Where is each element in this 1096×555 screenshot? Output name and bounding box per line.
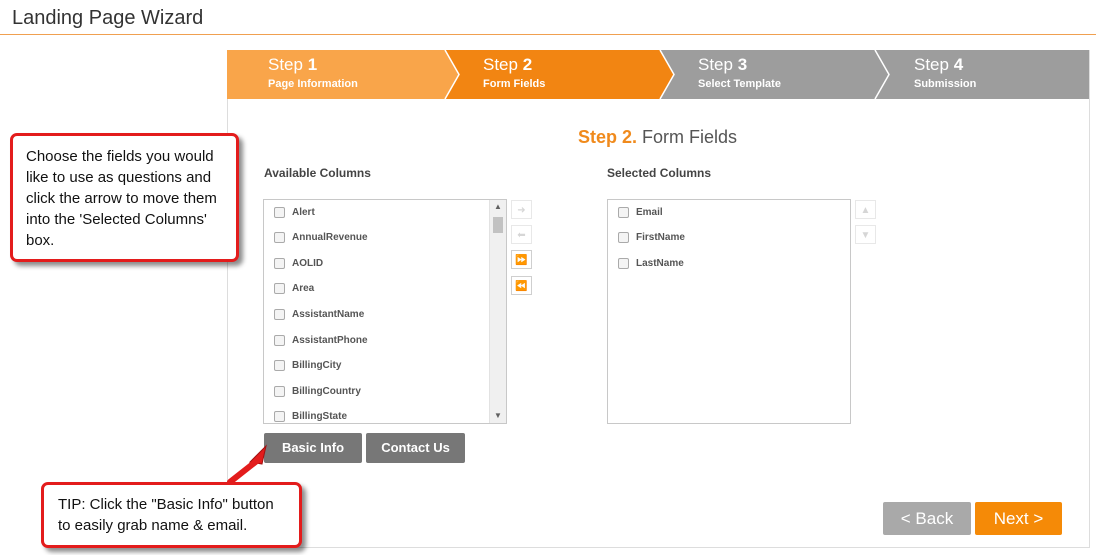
step-3[interactable]: Step 3 Select Template [698,56,781,90]
move-left-button[interactable]: ⬅ [511,225,532,244]
step-3-subtitle: Select Template [698,78,781,90]
list-item[interactable]: AnnualRevenue [274,227,368,247]
checkbox[interactable] [274,359,285,371]
back-button[interactable]: < Back [883,502,971,535]
scroll-up-icon[interactable]: ▲ [490,200,506,214]
list-item[interactable]: AOLID [274,253,323,273]
list-item[interactable]: LastName [618,253,684,273]
section-title: Step 2. Form Fields [227,127,1088,148]
checkbox[interactable] [274,206,285,218]
checkbox[interactable] [274,257,285,269]
scroll-down-icon[interactable]: ▼ [490,409,506,423]
step-2-shape [445,50,674,99]
next-button[interactable]: Next > [975,502,1062,535]
list-item[interactable]: Area [274,278,314,298]
section-title-text: Form Fields [642,127,738,147]
move-up-button[interactable]: ▲ [855,200,876,219]
app-title: Landing Page Wizard [12,7,204,29]
available-columns-heading: Available Columns [264,166,371,180]
list-item[interactable]: BillingCountry [274,381,361,401]
step-4-shape [875,50,1089,99]
step-2-subtitle: Form Fields [483,78,546,90]
selected-columns-heading: Selected Columns [607,166,712,180]
step-2[interactable]: Step 2 Form Fields [483,56,545,90]
move-right-button[interactable]: ➜ [511,200,532,219]
contact-us-button[interactable]: Contact Us [366,433,465,463]
checkbox[interactable] [274,308,285,320]
list-item[interactable]: FirstName [618,227,685,247]
title-divider [0,34,1096,35]
list-item[interactable]: Email [618,202,663,222]
move-down-button[interactable]: ▼ [855,225,876,244]
columns-hint-callout: Choose the fields you would like to use … [10,133,239,262]
checkbox[interactable] [274,231,285,243]
checkbox[interactable] [618,257,629,269]
step-1[interactable]: Step 1 Page Information [268,56,358,90]
checkbox[interactable] [274,334,285,346]
wizard-steps: Step 1 Page Information Step 2 Form Fiel… [227,50,1089,99]
list-item[interactable]: AssistantName [274,304,364,324]
checkbox[interactable] [274,385,285,397]
step-4-subtitle: Submission [914,78,977,90]
checkbox[interactable] [618,206,629,218]
checkbox[interactable] [274,410,285,422]
list-item[interactable]: BillingCity [274,355,341,375]
step-1-subtitle: Page Information [268,78,358,90]
tip-callout: TIP: Click the "Basic Info" button to ea… [41,482,302,548]
list-item[interactable]: Alert [274,202,315,222]
available-list-scrollbar[interactable]: ▲ ▼ [489,200,506,423]
list-item[interactable]: AssistantPhone [274,330,368,350]
step-4[interactable]: Step 4 Submission [914,56,976,90]
selected-columns-list[interactable]: Email FirstName LastName [607,199,851,424]
available-columns-list[interactable]: Alert AnnualRevenue AOLID Area Assistant… [263,199,507,424]
section-step-number: Step 2. [577,127,637,147]
list-item[interactable]: BillingState [274,406,347,423]
checkbox[interactable] [618,231,629,243]
checkbox[interactable] [274,282,285,294]
move-all-right-button[interactable]: ⏩ [511,250,532,269]
scroll-thumb[interactable] [493,217,503,233]
move-all-left-button[interactable]: ⏪ [511,276,532,295]
